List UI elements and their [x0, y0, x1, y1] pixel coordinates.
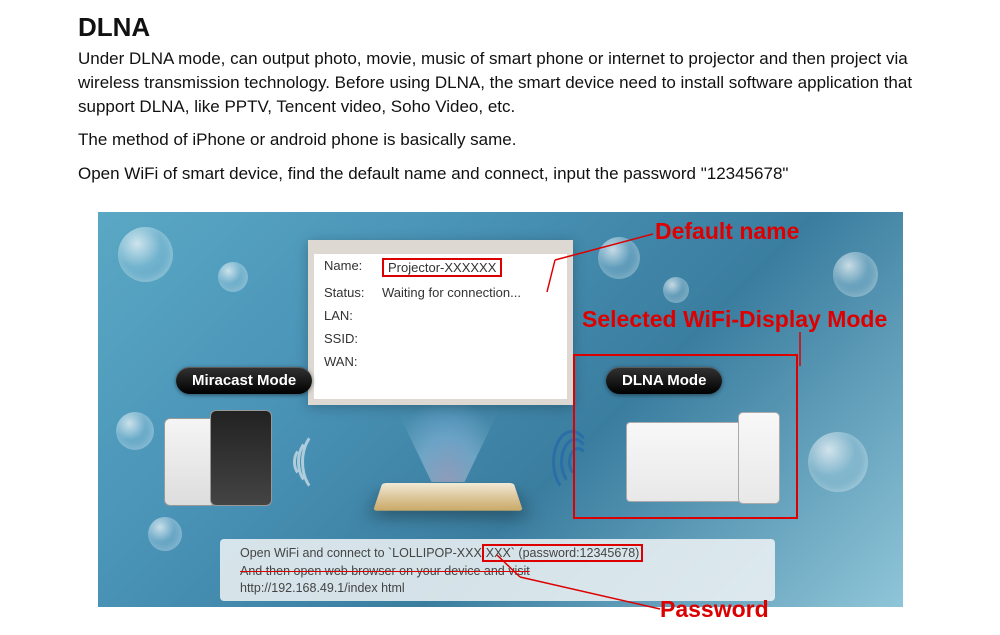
screen-name-value: Projector-XXXXXX [382, 258, 502, 277]
light-beam [393, 402, 503, 482]
screen-wan-label: WAN: [324, 354, 382, 369]
screen-status-label: Status: [324, 285, 382, 300]
projector-icon [373, 483, 523, 511]
miracast-mode-badge: Miracast Mode [176, 367, 312, 394]
projection-screen: Name: Projector-XXXXXX Status: Waiting f… [308, 240, 573, 405]
screen-ssid-label: SSID: [324, 331, 382, 346]
annotation-password: Password [660, 596, 769, 623]
instruction-line1b: XXX` (password:12345678) [482, 544, 644, 562]
annotation-default-name: Default name [655, 218, 799, 245]
screen-lan-label: LAN: [324, 308, 382, 323]
description-para-2: The method of iPhone or android phone is… [78, 128, 960, 152]
dlna-selection-box [573, 354, 798, 519]
instruction-line1a: Open WiFi and connect to `LOLLIPOP-XXX [240, 546, 482, 560]
instruction-line3: http://192.168.49.1/index html [240, 580, 755, 598]
annotation-selected-mode: Selected WiFi-Display Mode [582, 306, 887, 333]
wifi-icon [301, 430, 341, 494]
screen-status-value: Waiting for connection... [382, 285, 557, 300]
screen-name-label: Name: [324, 258, 382, 277]
page-title: DLNA [78, 12, 1000, 43]
description-para-1: Under DLNA mode, can output photo, movie… [78, 47, 960, 118]
instruction-panel: Open WiFi and connect to `LOLLIPOP-XXXXX… [220, 539, 775, 601]
instruction-line2: And then open web browser on your device… [240, 564, 530, 578]
phones-left-group [164, 410, 279, 505]
diagram-illustration: Name: Projector-XXXXXX Status: Waiting f… [98, 212, 903, 607]
description-para-3: Open WiFi of smart device, find the defa… [78, 162, 960, 186]
